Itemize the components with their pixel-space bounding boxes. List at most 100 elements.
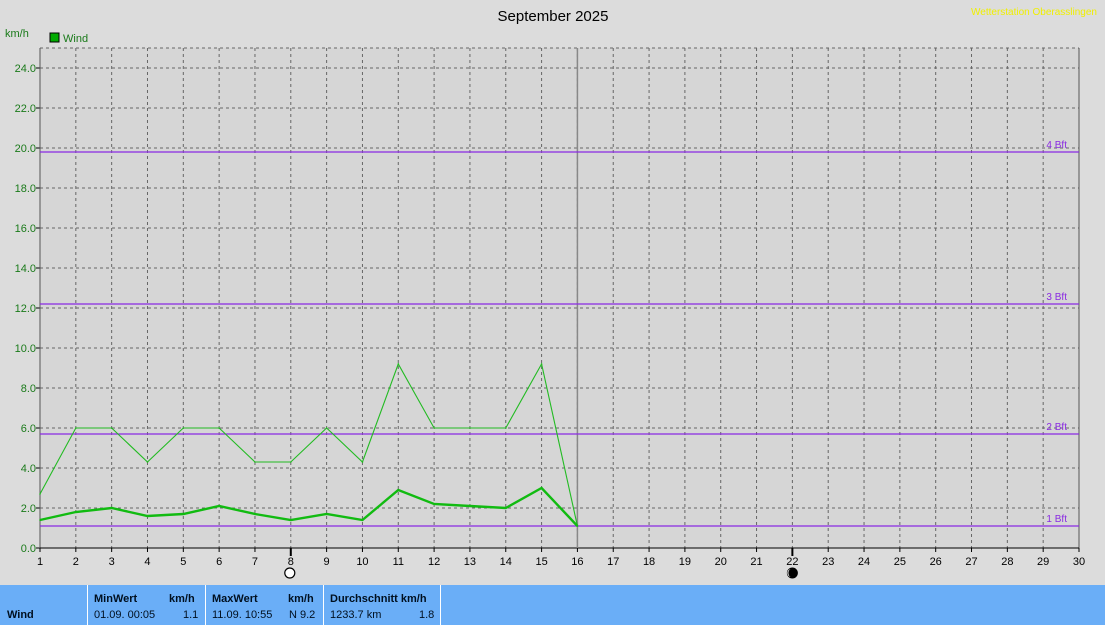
data-point [469,427,471,429]
data-point [540,363,543,365]
x-tick-label: 17 [607,556,619,568]
x-tick-label: 7 [252,556,258,568]
summary-row-label: Wind [7,609,34,621]
x-tick-label: 1 [37,556,43,568]
summary-divider [87,585,88,625]
x-tick-label: 14 [500,556,512,568]
y-tick-label: 8.0 [21,383,36,395]
x-tick-label: 28 [1001,556,1013,568]
data-point [110,507,113,509]
max-datetime: 11.09. 10:55 [212,609,273,621]
x-tick-label: 9 [324,556,330,568]
data-point [289,461,292,463]
data-point [397,363,400,365]
data-point [218,427,220,429]
y-tick-label: 10.0 [15,343,36,355]
x-tick-label: 25 [894,556,906,568]
y-tick-label: 16.0 [15,223,36,235]
x-tick-label: 10 [356,556,368,568]
beaufort-label: 4 Bft [1046,140,1067,151]
data-point [182,513,185,515]
y-tick-label: 20.0 [15,143,36,155]
y-axis-label: km/h [5,28,29,40]
x-tick-label: 30 [1073,556,1085,568]
data-point [540,487,543,489]
full-moon-icon [284,567,296,579]
station-name: Wetterstation Oberasslingen [971,7,1097,18]
data-point [576,525,579,527]
summary-bar: Wind MinWert km/h 01.09. 00:05 1.1 MaxWe… [0,585,1105,625]
summary-divider [440,585,441,625]
x-tick-label: 3 [109,556,115,568]
x-tick-label: 2 [73,556,79,568]
x-tick-label: 20 [715,556,727,568]
data-point [218,505,220,507]
y-tick-label: 12.0 [15,303,36,315]
x-tick-label: 21 [750,556,762,568]
data-point [254,461,256,463]
x-tick-label: 16 [571,556,583,568]
chart-title: September 2025 [498,8,609,25]
data-point [469,505,471,507]
x-tick-label: 22 [786,556,798,568]
data-point [325,513,328,515]
data-point [75,427,77,429]
min-datetime: 01.09. 00:05 [94,609,156,621]
data-point [289,519,292,521]
y-tick-label: 0.0 [21,543,36,555]
x-tick-label: 11 [393,556,404,568]
data-point [146,515,149,517]
x-tick-label: 4 [144,556,150,568]
data-point [75,511,77,513]
data-point [504,427,507,429]
min-header: MinWert [94,593,138,605]
data-point [110,427,113,429]
y-tick-label: 18.0 [15,183,36,195]
avg-value: 1.8 [419,609,435,621]
x-tick-label: 23 [822,556,834,568]
x-tick-label: 12 [428,556,440,568]
beaufort-label: 1 Bft [1046,514,1067,525]
x-tick-label: 6 [216,556,222,568]
min-value: 1.1 [183,609,199,621]
avg-distance: 1233.7 km [330,609,382,621]
x-tick-label: 13 [464,556,476,568]
avg-header: Durchschnitt km/h [330,593,427,605]
data-point [146,461,149,463]
x-tick-label: 26 [930,556,942,568]
max-value: N 9.2 [289,609,316,621]
x-tick-label: 5 [180,556,186,568]
y-tick-label: 6.0 [21,423,36,435]
data-point [39,493,41,495]
y-tick-label: 2.0 [21,503,36,515]
data-point [182,427,185,429]
x-tick-label: 27 [965,556,977,568]
data-point [504,507,507,509]
legend-swatch[interactable] [49,32,60,43]
new-moon-icon [786,567,798,579]
x-tick-label: 24 [858,556,870,568]
x-tick-label: 8 [288,556,294,568]
summary-divider [205,585,206,625]
max-header: MaxWert [212,593,258,605]
x-tick-label: 18 [643,556,655,568]
data-point [433,427,435,429]
data-point [361,519,364,521]
x-tick-label: 19 [679,556,691,568]
beaufort-label: 3 Bft [1046,292,1067,303]
x-tick-label: 29 [1037,556,1049,568]
plot-area: 0.0 2.0 4.0 6.0 8.0 10.0 12.0 14.0 16.0 18.0 20.0 2… [15,47,1085,579]
x-tick-label: 15 [535,556,547,568]
data-point [254,513,256,515]
min-unit: km/h [169,593,195,605]
legend-label[interactable]: Wind [63,33,88,45]
y-tick-label: 4.0 [21,463,36,475]
beaufort-label: 2 Bft [1046,422,1067,433]
data-point [397,489,400,491]
y-tick-label: 24.0 [15,63,36,75]
data-point [361,461,364,463]
data-point [39,519,41,521]
data-point [325,427,328,429]
data-point [433,503,435,505]
y-tick-label: 22.0 [15,103,36,115]
